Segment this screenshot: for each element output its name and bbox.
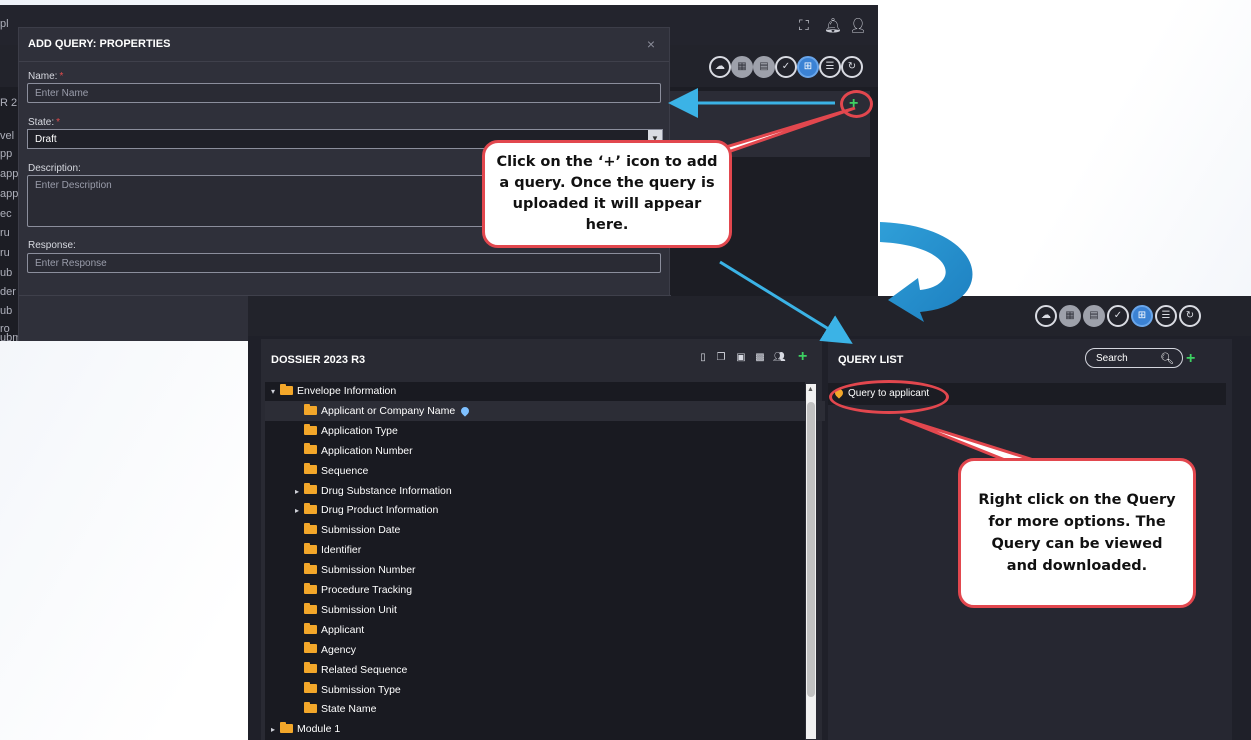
transition-curve-arrow [880,222,973,322]
callout-right-click: Right click on the Query for more option… [958,458,1196,608]
callout-add-query: Click on the ‘+’ icon to add a query. On… [482,140,732,248]
callout-pointer [899,416,1041,464]
highlight-ring-query [829,380,949,414]
highlight-ring-plus [840,90,873,118]
callout-add-query-text: Click on the ‘+’ icon to add a query. On… [496,154,718,233]
arrow-to-query-list [719,260,853,344]
callout-right-click-text: Right click on the Query for more option… [978,492,1176,574]
annotation-overlay [668,88,1041,464]
